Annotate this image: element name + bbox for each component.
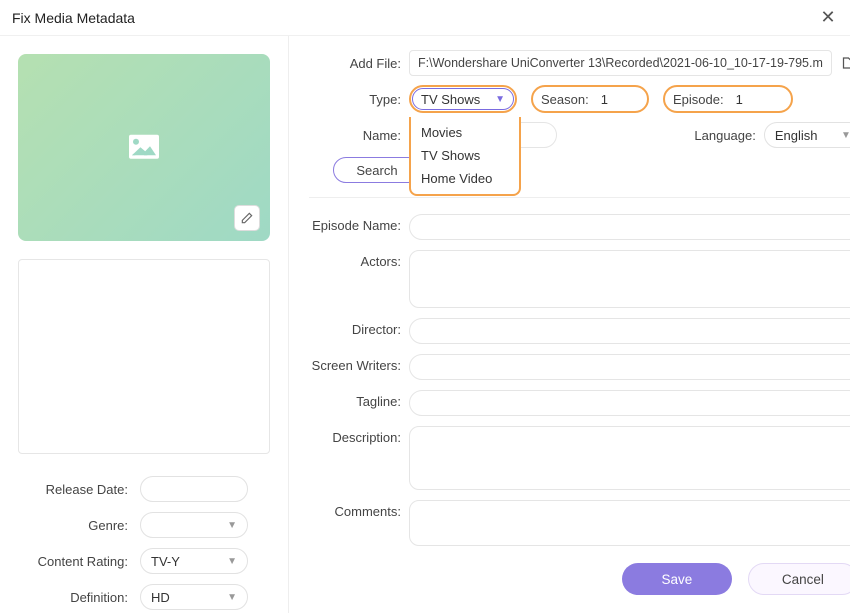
director-label: Director: — [309, 318, 409, 337]
type-option-tv-shows[interactable]: TV Shows — [411, 144, 519, 167]
description-input[interactable] — [409, 426, 850, 490]
pencil-icon — [240, 211, 254, 225]
episode-name-input[interactable] — [409, 214, 850, 240]
comments-label: Comments: — [309, 500, 409, 519]
tagline-label: Tagline: — [309, 390, 409, 409]
definition-label: Definition: — [18, 590, 140, 605]
genre-label: Genre: — [18, 518, 140, 533]
director-input[interactable] — [409, 318, 850, 344]
screen-writers-label: Screen Writers: — [309, 354, 409, 373]
content-rating-select[interactable]: TV-Y▼ — [140, 548, 248, 574]
type-select-wrapper: TV Shows ▼ Movies TV Shows Home Video — [409, 85, 517, 113]
chevron-down-icon: ▼ — [227, 556, 237, 567]
type-option-movies[interactable]: Movies — [411, 121, 519, 144]
window-title: Fix Media Metadata — [12, 10, 818, 26]
folder-icon — [840, 53, 850, 73]
secondary-preview-panel — [18, 259, 270, 454]
actors-input[interactable] — [409, 250, 850, 308]
language-label: Language: — [694, 128, 763, 143]
episode-label: Episode: — [673, 92, 724, 107]
close-icon[interactable]: ✕ — [818, 8, 838, 28]
genre-select[interactable]: ▼ — [140, 512, 248, 538]
season-value: 1 — [595, 92, 639, 107]
season-field[interactable]: Season: 1 — [531, 85, 649, 113]
browse-folder-button[interactable] — [840, 53, 850, 73]
comments-input[interactable] — [409, 500, 850, 546]
image-placeholder-icon — [129, 134, 159, 158]
type-dropdown: Movies TV Shows Home Video — [409, 117, 521, 196]
tagline-input[interactable] — [409, 390, 850, 416]
description-label: Description: — [309, 426, 409, 445]
screen-writers-input[interactable] — [409, 354, 850, 380]
cancel-button[interactable]: Cancel — [748, 563, 850, 595]
left-meta-form: Release Date: Genre: ▼ Content Rating: T… — [18, 476, 270, 610]
add-file-label: Add File: — [309, 56, 409, 71]
right-panel: Add File: F:\Wondershare UniConverter 13… — [289, 36, 850, 613]
episode-field[interactable]: Episode: 1 — [663, 85, 793, 113]
type-select[interactable]: TV Shows ▼ — [412, 88, 514, 110]
section-divider — [309, 197, 850, 198]
definition-select[interactable]: HD▼ — [140, 584, 248, 610]
name-label: Name: — [309, 128, 409, 143]
release-date-label: Release Date: — [18, 482, 140, 497]
footer-buttons: Save Cancel — [622, 563, 850, 595]
actors-label: Actors: — [309, 250, 409, 269]
chevron-down-icon: ▼ — [227, 592, 237, 603]
release-date-input[interactable] — [140, 476, 248, 502]
left-panel: Release Date: Genre: ▼ Content Rating: T… — [0, 36, 289, 613]
add-file-path: F:\Wondershare UniConverter 13\Recorded\… — [409, 50, 832, 76]
content-rating-label: Content Rating: — [18, 554, 140, 569]
episode-name-label: Episode Name: — [309, 214, 409, 233]
media-thumbnail — [18, 54, 270, 241]
save-button[interactable]: Save — [622, 563, 732, 595]
season-label: Season: — [541, 92, 589, 107]
details-form: Episode Name: Actors: Director: Screen W… — [309, 214, 850, 546]
chevron-down-icon: ▼ — [227, 520, 237, 531]
search-button[interactable]: Search — [333, 157, 421, 183]
language-select[interactable]: English▼ — [764, 122, 850, 148]
episode-value: 1 — [730, 92, 776, 107]
type-label: Type: — [309, 92, 409, 107]
edit-thumbnail-button[interactable] — [234, 205, 260, 231]
chevron-down-icon: ▼ — [495, 94, 505, 105]
type-option-home-video[interactable]: Home Video — [411, 167, 519, 190]
chevron-down-icon: ▼ — [841, 130, 850, 141]
titlebar: Fix Media Metadata ✕ — [0, 0, 850, 36]
